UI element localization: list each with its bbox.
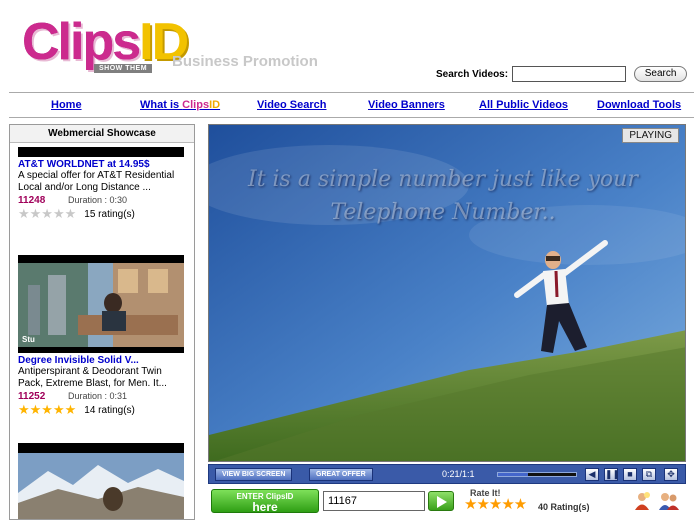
item-description: Antiperspirant & Deodorant Twin Pack, Ex…: [18, 366, 167, 389]
rating-stars: ★★★★★: [18, 402, 77, 417]
rating-count: 40 Rating(s): [538, 502, 590, 512]
thumbnail-caption: Stu: [22, 335, 35, 344]
player-controls: VIEW BIG SCREEN GREAT OFFER 0:21/1:1 ◀ ❚…: [208, 464, 686, 484]
nav-video-banners[interactable]: Video Banners: [368, 99, 445, 111]
pause-icon[interactable]: ❚❚: [604, 468, 620, 481]
nav-download-tools[interactable]: Download Tools: [597, 99, 681, 111]
view-big-screen-button[interactable]: VIEW BIG SCREEN: [215, 468, 293, 481]
item-duration: Duration : 0:30: [68, 195, 128, 205]
rating-count: 15 rating(s): [84, 208, 135, 220]
nav-what-is-clipsid[interactable]: What is ClipsID: [140, 99, 220, 111]
seek-progress: [498, 473, 528, 476]
video-caption: It is a simple number just like your Tel…: [248, 167, 638, 225]
item-clip-id: 11248: [18, 195, 46, 206]
thumbnail-image: [18, 443, 184, 519]
main-nav: Home What is ClipsID Video Search Video …: [9, 92, 694, 118]
nav-home[interactable]: Home: [51, 99, 82, 111]
play-icon: [437, 496, 447, 508]
video-player[interactable]: It is a simple number just like your Tel…: [208, 124, 686, 462]
fullscreen-icon[interactable]: ✥: [664, 468, 678, 481]
logo-wordmark: ClipsID: [22, 13, 189, 71]
rate-it-stars[interactable]: ★★★★★: [464, 497, 527, 513]
video-thumbnail[interactable]: [18, 443, 184, 519]
list-item[interactable]: Stu Degree Invisible Solid V... Antipers…: [18, 255, 184, 417]
enter-clipsid-button[interactable]: ENTER ClipsID here: [211, 489, 319, 513]
playing-status: PLAYING: [622, 128, 679, 143]
resize-icon[interactable]: ⧉: [642, 468, 656, 481]
item-clip-id: 11252: [18, 391, 46, 402]
seek-bar[interactable]: [497, 472, 577, 477]
search-bar: Search Videos: Search: [436, 66, 688, 82]
list-item[interactable]: [18, 443, 184, 519]
logo-subtitle: SHOW THEM: [94, 64, 153, 73]
webmercial-showcase: Webmercial Showcase AT&T WORLDNET at 14.…: [9, 124, 195, 520]
list-item[interactable]: AT&T WORLDNET at 14.95$ A special offer …: [18, 147, 184, 221]
rating-stars: ★★★★★: [18, 206, 77, 221]
stop-icon[interactable]: ■: [623, 468, 637, 481]
time-readout: 0:21/1:1: [442, 469, 475, 479]
search-label: Search Videos:: [436, 68, 509, 80]
volume-icon[interactable]: ◀: [585, 468, 599, 481]
clipsid-entry-bar: ENTER ClipsID here Rate It! ★★★★★ 40 Rat…: [208, 486, 686, 516]
video-thumbnail[interactable]: Stu: [18, 255, 184, 353]
thumbnail-image: [18, 255, 184, 353]
item-duration: Duration : 0:31: [68, 391, 128, 401]
users-icon[interactable]: [658, 491, 679, 511]
nav-all-public-videos[interactable]: All Public Videos: [479, 99, 568, 111]
item-description: A special offer for AT&T Residential Loc…: [18, 170, 175, 193]
user-icon[interactable]: [632, 491, 652, 511]
tagline: Business Promotion: [172, 53, 318, 70]
search-button[interactable]: Search: [634, 66, 688, 82]
clipsid-logo[interactable]: ClipsID SHOW THEM: [20, 12, 189, 80]
item-title[interactable]: AT&T WORLDNET at 14.95$: [18, 159, 184, 170]
search-input[interactable]: [512, 66, 627, 82]
sidebar-heading: Webmercial Showcase: [10, 125, 194, 143]
go-button[interactable]: [428, 491, 454, 511]
item-title[interactable]: Degree Invisible Solid V...: [18, 355, 184, 366]
nav-video-search[interactable]: Video Search: [257, 99, 327, 111]
rating-count: 14 rating(s): [84, 404, 135, 416]
clipsid-input[interactable]: [323, 491, 425, 511]
great-offer-button[interactable]: GREAT OFFER: [309, 468, 373, 481]
video-thumbnail[interactable]: [18, 147, 184, 157]
